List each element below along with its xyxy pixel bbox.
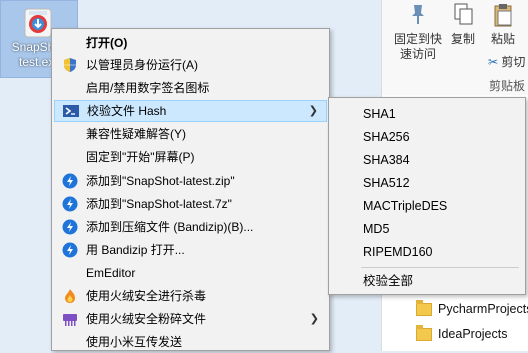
- submenu-item-sha256[interactable]: SHA256: [331, 126, 523, 148]
- menu-item-add-to-archive[interactable]: 添加到压缩文件 (Bandizip)(B)...: [54, 216, 327, 238]
- bandizip-icon: [62, 242, 78, 258]
- pin-quick-access-button[interactable]: 固定到快 速访问: [388, 2, 448, 62]
- pin-icon: [412, 5, 424, 24]
- folder-icon: [416, 299, 432, 316]
- paste-button[interactable]: 粘贴: [486, 2, 520, 47]
- submenu-item-ripemd160[interactable]: RIPEMD160: [331, 241, 523, 263]
- menu-item-huorong-scan[interactable]: 使用火绒安全进行杀毒: [54, 285, 327, 307]
- menu-item-run-as-admin[interactable]: 以管理员身份运行(A): [54, 54, 327, 76]
- bandizip-icon: [62, 219, 78, 235]
- paste-icon: [494, 4, 512, 27]
- submenu-arrow-icon: ❯: [309, 313, 319, 325]
- folder-item[interactable]: IdeaProjects: [416, 323, 507, 345]
- menu-item-add-to-7z[interactable]: 添加到"SnapShot-latest.7z": [54, 193, 327, 215]
- menu-item-emeditor[interactable]: EmEditor: [54, 262, 327, 284]
- shredder-icon: [63, 314, 77, 326]
- copy-icon: [454, 3, 473, 25]
- submenu-item-sha1[interactable]: SHA1: [331, 103, 523, 125]
- cut-button[interactable]: ✂ 剪切: [488, 53, 525, 70]
- menu-item-compat-troubleshoot[interactable]: 兼容性疑难解答(Y): [54, 123, 327, 145]
- clipboard-group-label: 剪贴板: [489, 79, 526, 93]
- huorong-flame-icon: [65, 289, 75, 303]
- hash-submenu: SHA1 SHA256 SHA384 SHA512 MACTripleDES M…: [328, 97, 526, 295]
- menu-item-open[interactable]: 打开(O): [54, 32, 327, 54]
- menu-item-mi-share[interactable]: 使用小米互传发送: [54, 331, 327, 353]
- explorer-ribbon: 固定到快 速访问 复制 粘贴 ✂ 剪切 剪贴板: [381, 0, 528, 95]
- submenu-separator: [361, 267, 519, 268]
- copy-button[interactable]: 复制: [446, 2, 480, 47]
- shield-icon: [64, 58, 76, 72]
- powershell-icon: [63, 105, 79, 117]
- submenu-item-sha512[interactable]: SHA512: [331, 172, 523, 194]
- submenu-arrow-icon: ❯: [308, 105, 318, 117]
- submenu-item-sha384[interactable]: SHA384: [331, 149, 523, 171]
- folder-icon: [416, 324, 432, 341]
- submenu-item-mactripledes[interactable]: MACTripleDES: [331, 195, 523, 217]
- snapshot-app-icon: [24, 8, 52, 38]
- scissors-icon: ✂: [488, 55, 499, 69]
- context-menu: 打开(O) 以管理员身份运行(A) 启用/禁用数字签名图标 校验文件 Hash …: [51, 28, 330, 351]
- bandizip-icon: [62, 196, 78, 212]
- submenu-item-verify-all[interactable]: 校验全部: [331, 270, 523, 292]
- bandizip-icon: [62, 173, 78, 189]
- menu-item-open-with-bandizip[interactable]: 用 Bandizip 打开...: [54, 239, 327, 261]
- submenu-item-md5[interactable]: MD5: [331, 218, 523, 240]
- menu-item-verify-hash[interactable]: 校验文件 Hash ❯: [54, 100, 327, 122]
- menu-item-toggle-signature-icon[interactable]: 启用/禁用数字签名图标: [54, 77, 327, 99]
- menu-item-pin-to-start[interactable]: 固定到"开始"屏幕(P): [54, 146, 327, 168]
- menu-item-huorong-shred[interactable]: 使用火绒安全粉碎文件 ❯: [54, 308, 327, 330]
- folder-item[interactable]: PycharmProjects: [416, 298, 528, 320]
- menu-item-add-to-zip[interactable]: 添加到"SnapShot-latest.zip": [54, 170, 327, 192]
